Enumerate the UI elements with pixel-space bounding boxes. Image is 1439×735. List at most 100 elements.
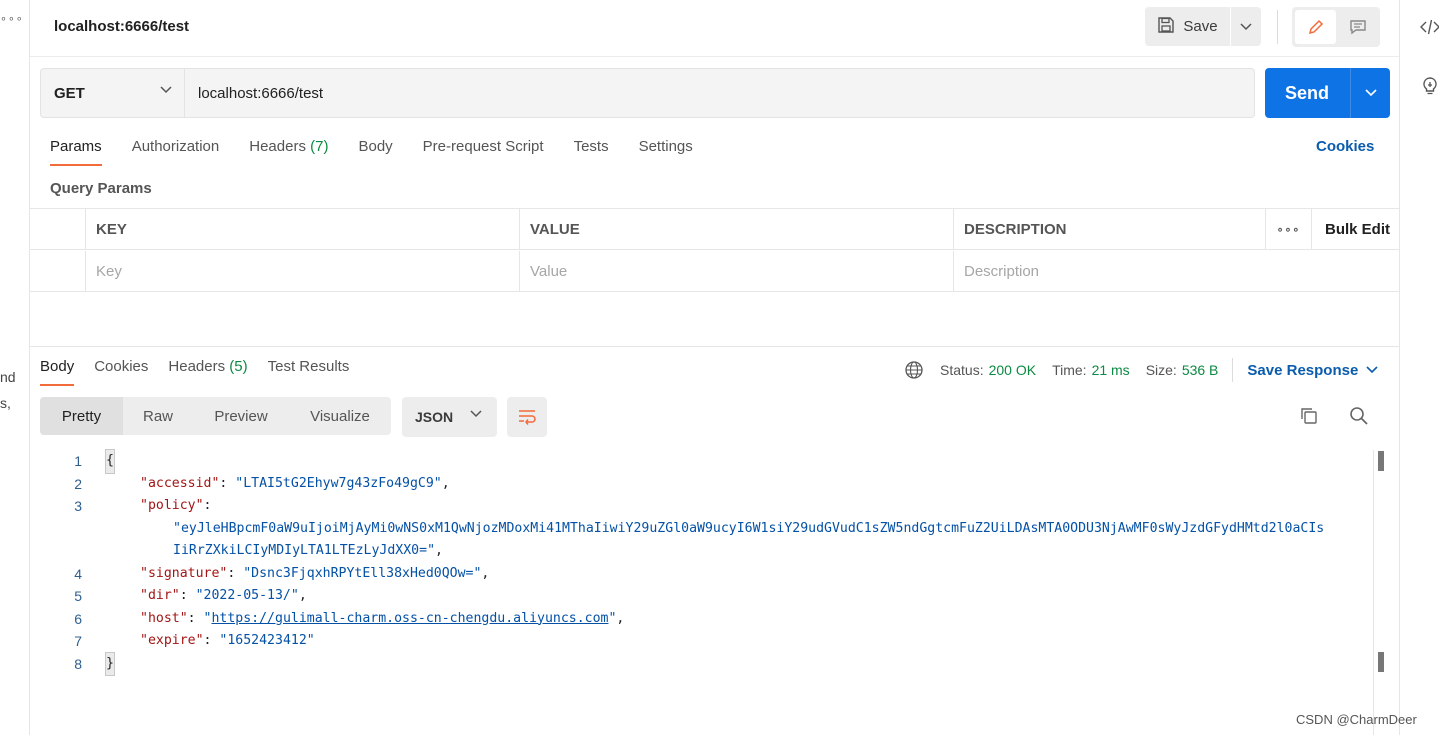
time-value[interactable]: 21 ms — [1092, 362, 1130, 378]
format-value: JSON — [415, 409, 454, 425]
comment-mode-button[interactable] — [1338, 10, 1378, 44]
view-mode-group: Pretty Raw Preview Visualize — [40, 397, 391, 435]
response-tab-test-results[interactable]: Test Results — [268, 358, 350, 386]
code-line: IiRrZXkiLCIyMDIyLTA1LTEzLyJdXX0=", — [173, 543, 443, 558]
url-input[interactable]: localhost:6666/test — [185, 68, 1255, 118]
save-options-button[interactable] — [1231, 7, 1261, 46]
send-button-group: Send — [1265, 68, 1390, 118]
column-header-key: KEY — [85, 209, 519, 250]
code-line: "policy": — [140, 498, 212, 513]
divider — [1277, 10, 1278, 44]
line-number: 1 — [74, 453, 82, 469]
edit-mode-button[interactable] — [1295, 10, 1336, 44]
query-params-title: Query Params — [50, 180, 152, 197]
response-tabs: Body Cookies Headers (5) Test Results — [40, 358, 369, 386]
tab-params[interactable]: Params — [50, 138, 102, 166]
size-label: Size: — [1145, 362, 1177, 378]
truncated-text: nd — [0, 369, 16, 385]
chevron-down-icon — [1364, 89, 1377, 97]
chevron-down-icon — [470, 410, 482, 418]
tab-settings[interactable]: Settings — [639, 138, 693, 166]
save-label: Save — [1183, 18, 1218, 35]
tab-pre-request-script[interactable]: Pre-request Script — [423, 138, 544, 166]
save-icon — [1157, 16, 1175, 38]
response-tab-cookies[interactable]: Cookies — [94, 358, 148, 386]
send-button[interactable]: Send — [1265, 68, 1349, 118]
globe-icon — [905, 361, 923, 379]
response-headers-count: (5) — [229, 358, 248, 375]
wrap-icon — [519, 410, 536, 425]
table-header-row: KEY VALUE DESCRIPTION ∘∘∘ Bulk Edit — [30, 209, 1399, 250]
pencil-icon — [1308, 19, 1323, 35]
code-line: "expire": "1652423412" — [140, 633, 315, 648]
code-line: { — [105, 449, 115, 474]
line-number: 2 — [74, 475, 82, 492]
status-value[interactable]: 200 OK — [989, 362, 1036, 378]
copy-icon[interactable] — [1299, 406, 1319, 426]
code-line: "accessid": "LTAI5tG2Ehyw7g43zFo49gC9", — [140, 475, 450, 491]
line-number: 4 — [74, 565, 82, 582]
watermark: CSDN @CharmDeer — [1296, 712, 1417, 727]
chevron-down-icon — [1240, 22, 1252, 30]
url-value: localhost:6666/test — [198, 84, 324, 102]
search-icon[interactable] — [1349, 406, 1369, 426]
open-brace: { — [105, 449, 115, 474]
chevron-down-icon — [160, 86, 172, 94]
pane-divider[interactable] — [30, 346, 1399, 347]
tab-headers[interactable]: Headers (7) — [249, 138, 328, 166]
line-number: 3 — [74, 498, 82, 514]
more-icon[interactable]: ∘∘∘ — [0, 12, 24, 25]
request-tabs: Params Authorization Headers (7) Body Pr… — [50, 138, 723, 166]
code-line: } — [105, 651, 115, 676]
code-line: "signature": "Dsnc3FjqxhRPYtEll38xHed0QO… — [140, 565, 490, 581]
description-input[interactable]: Description — [953, 251, 1399, 292]
response-tab-headers[interactable]: Headers (5) — [168, 358, 247, 386]
view-visualize[interactable]: Visualize — [289, 397, 391, 435]
response-meta: Status: 200 OK Time: 21 ms Size: 536 B Save… — [904, 358, 1378, 382]
key-input[interactable]: Key — [85, 251, 519, 292]
request-title[interactable]: localhost:6666/test — [54, 18, 189, 35]
tab-tests[interactable]: Tests — [574, 138, 609, 166]
line-number: 6 — [74, 610, 82, 627]
query-params-table: KEY VALUE DESCRIPTION ∘∘∘ Bulk Edit Key … — [30, 208, 1399, 292]
divider — [1232, 358, 1234, 382]
column-header-value: VALUE — [519, 209, 953, 250]
value-input[interactable]: Value — [519, 251, 953, 292]
tab-body[interactable]: Body — [358, 138, 392, 166]
column-header-description: DESCRIPTION — [953, 209, 1265, 250]
view-raw[interactable]: Raw — [123, 397, 193, 435]
truncated-text: s, — [0, 395, 11, 411]
tab-authorization[interactable]: Authorization — [132, 138, 220, 166]
method-value: GET — [54, 84, 85, 102]
response-body-viewer[interactable]: 1 2 3 4 5 6 7 8 { "accessid": "LTAI5tG2E… — [30, 449, 1399, 735]
scrollbar-track[interactable] — [1373, 450, 1374, 735]
request-editor: localhost:6666/test Save GET localhost:6… — [30, 0, 1399, 735]
host-link[interactable]: https://gulimall-charm.oss-cn-chengdu.al… — [211, 611, 608, 626]
view-pretty[interactable]: Pretty — [40, 397, 123, 435]
lightbulb-icon[interactable] — [1420, 76, 1439, 96]
format-select[interactable]: JSON — [402, 397, 497, 437]
view-preview[interactable]: Preview — [193, 397, 289, 435]
code-line: "dir": "2022-05-13/", — [140, 588, 307, 603]
code-line: "eyJleHBpcmF0aW9uIjoiMjAyMi0wNS0xM1QwNjo… — [173, 520, 1325, 536]
size-value[interactable]: 536 B — [1182, 362, 1219, 378]
close-brace: } — [105, 651, 115, 676]
scrollbar-thumb[interactable] — [1378, 652, 1384, 672]
wrap-lines-button[interactable] — [507, 397, 547, 437]
save-response-button[interactable]: Save Response — [1247, 362, 1378, 379]
method-select[interactable]: GET — [40, 68, 185, 118]
save-button[interactable]: Save — [1145, 7, 1230, 46]
more-options-icon[interactable]: ∘∘∘ — [1265, 209, 1311, 250]
line-number: 7 — [74, 633, 82, 649]
scrollbar-thumb[interactable] — [1378, 451, 1384, 471]
bulk-edit-button[interactable]: Bulk Edit — [1311, 209, 1399, 250]
response-tab-body[interactable]: Body — [40, 358, 75, 386]
save-button-group: Save — [1145, 7, 1261, 46]
right-sidebar — [1399, 0, 1439, 735]
cookies-link[interactable]: Cookies — [1316, 138, 1374, 155]
request-header: localhost:6666/test Save — [30, 0, 1399, 57]
send-options-button[interactable] — [1351, 68, 1390, 118]
table-row: Key Value Description — [30, 251, 1399, 292]
editor-mode-toggle — [1292, 7, 1380, 47]
code-icon[interactable] — [1420, 17, 1439, 37]
